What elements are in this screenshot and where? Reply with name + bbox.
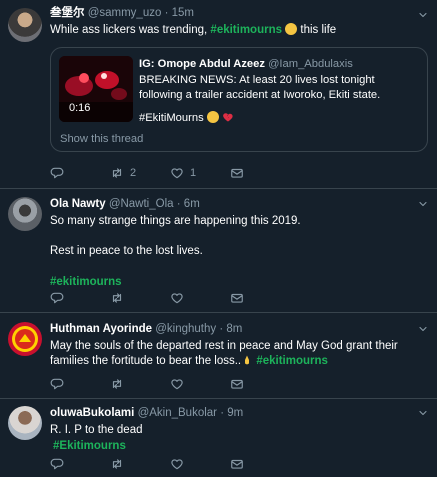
user-handle[interactable]: @sammy_uzo — [88, 7, 162, 19]
tweet-text-part: May the souls of the departed rest in pe… — [50, 339, 401, 368]
timestamp[interactable]: 6m — [184, 198, 200, 210]
hashtag-link[interactable]: #ekitimourns — [50, 275, 429, 291]
message-icon — [230, 166, 244, 180]
tweet-actions — [50, 291, 290, 305]
like-button[interactable] — [170, 457, 230, 471]
video-duration: 0:16 — [69, 102, 91, 115]
retweet-button[interactable] — [110, 457, 170, 471]
tweet-text-line: R. I. P to the dead — [50, 423, 143, 436]
user-handle[interactable]: @Nawti_Ola — [109, 198, 174, 210]
tweet[interactable]: oluwaBukolami @Akin_Bukolar · 9m R. I. P… — [0, 399, 437, 477]
message-button[interactable] — [230, 457, 290, 471]
tweet-text: While ass lickers was trending, #ekitimo… — [50, 22, 429, 39]
tweet-text-part: While ass lickers was trending, — [50, 23, 211, 36]
user-handle[interactable]: @kinghuthy — [155, 323, 216, 335]
tweet-header: oluwaBukolami @Akin_Bukolar · 9m — [50, 406, 429, 422]
retweet-icon — [110, 377, 124, 391]
tweet-text-line: So many strange things are happening thi… — [50, 214, 301, 227]
timestamp[interactable]: 8m — [226, 323, 242, 335]
avatar[interactable] — [8, 322, 42, 356]
message-icon — [230, 291, 244, 305]
message-icon — [230, 377, 244, 391]
retweet-button[interactable] — [110, 291, 170, 305]
like-button[interactable]: 1 — [170, 166, 230, 181]
quote-body: BREAKING NEWS: At least 20 lives lost to… — [139, 73, 381, 102]
tweet[interactable]: Ola Nawty @Nawti_Ola · 6m So many strang… — [0, 189, 437, 313]
tweet-actions — [50, 377, 290, 391]
reply-button[interactable] — [50, 291, 110, 305]
message-button[interactable] — [230, 166, 290, 180]
like-count: 1 — [190, 167, 197, 179]
avatar[interactable] — [8, 406, 42, 440]
like-icon — [170, 377, 184, 391]
separator-dot: · — [176, 198, 181, 210]
avatar[interactable] — [8, 197, 42, 231]
separator-dot: · — [219, 323, 224, 335]
quote-text: IG: Omope Abdul Azeez @Iam_Abdulaxis BRE… — [139, 57, 419, 127]
reply-button[interactable] — [50, 377, 110, 391]
tweet-actions — [50, 457, 290, 471]
tweet-header: Ola Nawty @Nawti_Ola · 6m — [50, 197, 429, 213]
quote-user-handle[interactable]: @Iam_Abdulaxis — [268, 58, 353, 70]
reply-icon — [50, 377, 64, 391]
hashtag-link[interactable]: #ekitimourns — [210, 24, 282, 36]
separator-dot: · — [220, 407, 225, 419]
retweet-icon — [110, 166, 124, 180]
grimacing-emoji-icon — [285, 22, 298, 35]
display-name[interactable]: Huthman Ayorinde — [50, 323, 152, 335]
tweet-text: May the souls of the departed rest in pe… — [50, 339, 429, 370]
chevron-down-icon[interactable] — [417, 198, 429, 210]
broken-heart-icon — [223, 113, 233, 122]
retweet-icon — [110, 291, 124, 305]
retweet-icon — [110, 457, 124, 471]
timestamp[interactable]: 15m — [172, 7, 194, 19]
tweet-actions: 2 1 — [50, 166, 290, 181]
user-handle[interactable]: @Akin_Bukolar — [138, 407, 217, 419]
chevron-down-icon[interactable] — [417, 9, 429, 21]
quote-tag-line: #EkitiMourns — [139, 111, 419, 127]
like-icon — [170, 457, 184, 471]
display-name[interactable]: Ola Nawty — [50, 198, 106, 210]
quote-display-name[interactable]: IG: Omope Abdul Azeez — [139, 58, 265, 70]
chevron-down-icon[interactable] — [417, 407, 429, 419]
message-button[interactable] — [230, 291, 290, 305]
retweet-count: 2 — [130, 167, 137, 179]
tweet[interactable]: 叁堡尔 @sammy_uzo · 15m While ass lickers w… — [0, 0, 437, 189]
crying-emoji-icon — [206, 111, 219, 124]
club-crest-image — [12, 326, 38, 352]
like-button[interactable] — [170, 291, 230, 305]
retweet-button[interactable] — [110, 377, 170, 391]
quoted-tweet[interactable]: 0:16 IG: Omope Abdul Azeez @Iam_Abdulaxi… — [50, 47, 428, 152]
video-thumbnail[interactable]: 0:16 — [59, 56, 133, 122]
message-button[interactable] — [230, 377, 290, 391]
tweet-header: Huthman Ayorinde @kinghuthy · 8m — [50, 322, 429, 338]
message-icon — [230, 457, 244, 471]
display-name[interactable]: oluwaBukolami — [50, 407, 134, 419]
hashtag-link[interactable]: #ekitimourns — [256, 355, 328, 367]
reply-icon — [50, 457, 64, 471]
display-name[interactable]: 叁堡尔 — [50, 7, 85, 19]
tweet-text-line: Rest in peace to the lost lives. — [50, 245, 203, 258]
like-icon — [170, 291, 184, 305]
chevron-down-icon[interactable] — [417, 323, 429, 335]
reply-button[interactable] — [50, 166, 110, 180]
like-button[interactable] — [170, 377, 230, 391]
reply-button[interactable] — [50, 457, 110, 471]
tweet-header: 叁堡尔 @sammy_uzo · 15m — [50, 6, 429, 22]
praying-hands-icon — [245, 355, 250, 365]
separator-dot: · — [164, 7, 169, 19]
tweet[interactable]: Huthman Ayorinde @kinghuthy · 8m May the… — [0, 313, 437, 399]
avatar[interactable] — [8, 8, 42, 42]
hashtag-link[interactable]: #Ekitimourns — [53, 439, 429, 455]
reply-icon — [50, 166, 64, 180]
reply-icon — [50, 291, 64, 305]
show-thread-link[interactable]: Show this thread — [60, 132, 143, 147]
like-icon — [170, 166, 184, 180]
timestamp[interactable]: 9m — [227, 407, 243, 419]
tweet-text-part: this life — [297, 23, 337, 36]
retweet-button[interactable]: 2 — [110, 166, 170, 181]
quote-hashtag[interactable]: #EkitiMourns — [139, 112, 204, 124]
